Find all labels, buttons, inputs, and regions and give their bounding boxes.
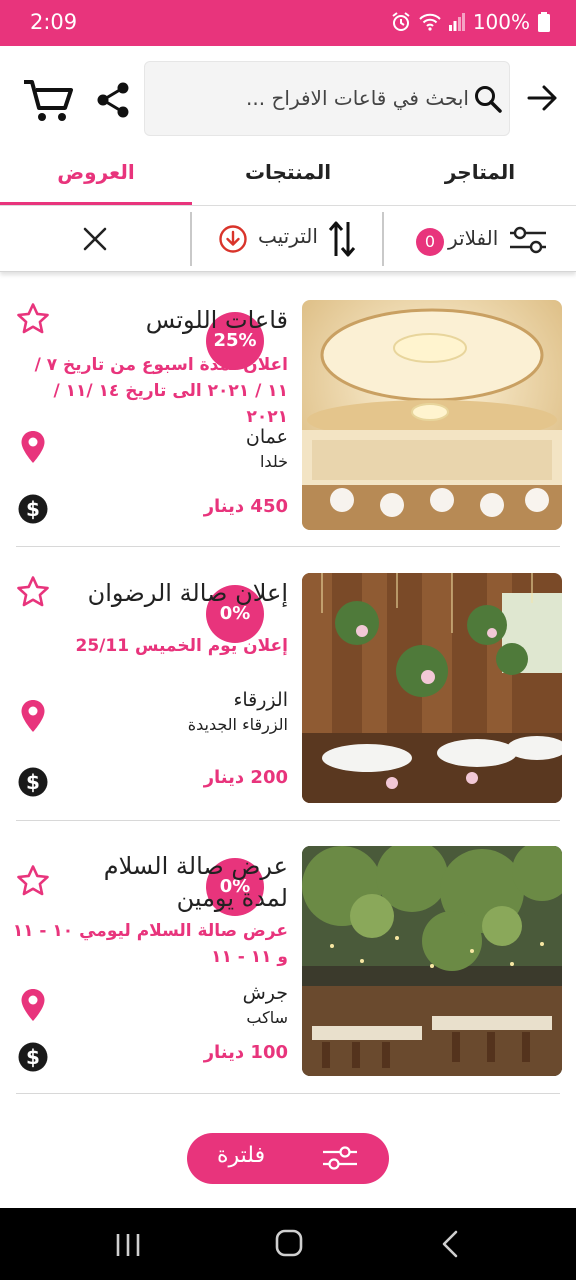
filter-bar-separator <box>190 212 192 266</box>
offer-city: الزرقاء <box>233 689 288 711</box>
filter-bar-separator <box>382 212 384 266</box>
filters-count-badge: 0 <box>416 228 444 256</box>
offer-city: جرش <box>242 982 288 1004</box>
dollar-icon: $ <box>18 494 48 524</box>
offer-title: قاعات اللوتس <box>145 306 288 334</box>
location-pin-icon <box>21 989 45 1021</box>
offer-photo <box>302 300 562 530</box>
card-divider <box>16 1093 560 1094</box>
tab-offers[interactable]: العروض <box>0 160 192 184</box>
offer-price: 100 دينار <box>203 1042 288 1063</box>
status-time: 2:09 <box>30 10 78 34</box>
status-icons: 100% <box>391 10 550 34</box>
nav-back-icon[interactable] <box>440 1230 460 1258</box>
search-placeholder: ابحث في قاعات الافراح ... <box>246 86 469 110</box>
offer-area: ساكب <box>246 1008 288 1027</box>
filter-sliders-icon <box>510 226 546 254</box>
filter-button-label: فلترة <box>217 1143 266 1168</box>
offer-card[interactable]: 0% إعلان صالة الرضوان إعلان يوم الخميس 2… <box>16 573 562 821</box>
offer-area: خلدا <box>259 452 288 471</box>
tab-stores[interactable]: المتاجر <box>384 160 576 184</box>
search-input[interactable]: ابحث في قاعات الافراح ... <box>144 61 510 136</box>
offer-price: 200 دينار <box>203 767 288 788</box>
svg-text:$: $ <box>26 497 40 521</box>
offer-title: إعلان صالة الرضوان <box>87 579 288 607</box>
sort-button[interactable]: الترتيب <box>218 220 364 260</box>
tab-bar: العروض المنتجات المتاجر <box>0 150 576 206</box>
top-bar: ابحث في قاعات الافراح ... <box>0 46 576 150</box>
signal-icon <box>448 13 465 31</box>
tab-products[interactable]: المنتجات <box>192 160 384 184</box>
sort-direction-icon <box>219 225 247 253</box>
card-divider <box>16 820 560 821</box>
svg-text:$: $ <box>26 770 40 794</box>
location-pin-icon <box>21 700 45 732</box>
offer-price: 450 دينار <box>203 496 288 517</box>
star-icon[interactable] <box>16 864 50 898</box>
filter-sliders-icon <box>323 1146 357 1170</box>
offer-title: عرض صالة السلام لمدة يومين <box>103 852 288 912</box>
back-arrow-icon[interactable] <box>526 82 558 114</box>
sort-label: الترتيب <box>258 224 318 248</box>
offer-city: عمان <box>245 426 288 448</box>
wifi-icon <box>419 13 441 31</box>
offer-promo-text: عرض صالة السلام ليومي ١٠ - ١١ و ١١ - ١١ <box>12 921 288 967</box>
offer-area: الزرقاء الجديدة <box>187 715 288 734</box>
filters-label: الفلاتر <box>448 226 499 250</box>
offer-card[interactable]: 0% عرض صالة السلام لمدة يومين عرض صالة ا… <box>13 846 562 1094</box>
offer-promo-text: اعلان لمدة اسبوع من تاريخ ٧ / ١١ / ٢٠٢١ … <box>34 355 288 427</box>
sort-icon <box>328 221 356 257</box>
search-icon <box>475 86 502 113</box>
star-icon[interactable] <box>16 302 50 336</box>
system-nav-bar <box>0 1208 576 1280</box>
alarm-icon <box>392 12 410 31</box>
offer-promo-text: إعلان يوم الخميس 25/11 <box>75 636 288 656</box>
home-icon[interactable] <box>274 1228 304 1258</box>
filter-bar: الترتيب 0 الفلاتر <box>0 206 576 272</box>
filter-button[interactable]: فلترة <box>187 1133 389 1184</box>
card-divider <box>16 546 560 547</box>
offer-card[interactable]: 25% قاعات اللوتس اعلان لمدة اسبوع من تار… <box>16 300 562 548</box>
status-bar: 2:09 100% <box>0 0 576 46</box>
tab-active-indicator <box>0 202 192 205</box>
dollar-icon: $ <box>18 767 48 797</box>
close-icon[interactable] <box>80 224 110 254</box>
dollar-icon: $ <box>18 1042 48 1072</box>
location-pin-icon <box>21 431 45 463</box>
offer-photo <box>302 573 562 803</box>
filters-button[interactable]: 0 الفلاتر <box>414 220 554 260</box>
cart-icon[interactable] <box>22 76 74 124</box>
share-icon[interactable] <box>96 82 130 118</box>
battery-icon <box>538 12 550 32</box>
battery-percent: 100% <box>472 10 530 34</box>
offer-photo <box>302 846 562 1076</box>
star-icon[interactable] <box>16 575 50 609</box>
recent-apps-icon[interactable] <box>114 1232 142 1258</box>
svg-text:$: $ <box>26 1045 40 1069</box>
